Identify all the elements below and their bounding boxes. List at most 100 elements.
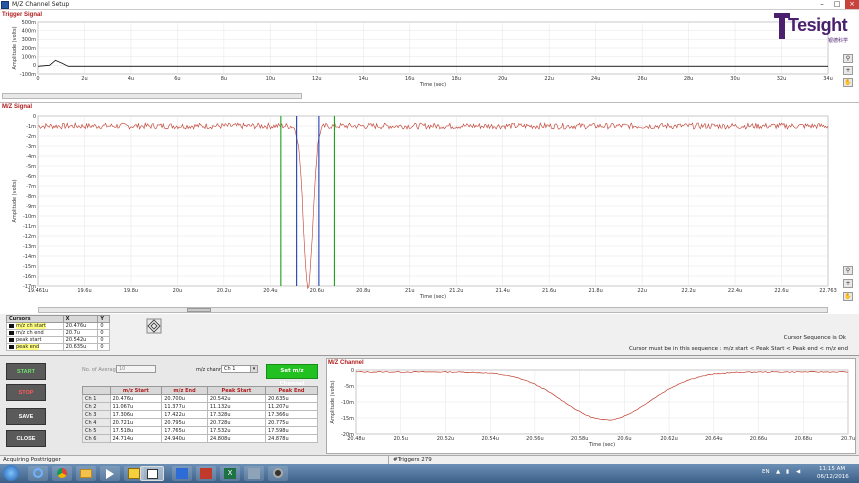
tray-arrow-icon[interactable]: ▲ xyxy=(776,469,780,475)
mz-pan-button[interactable]: ✋ xyxy=(843,292,853,301)
mz-cell: 17.765u xyxy=(161,426,208,435)
x-tick-label: 18u xyxy=(451,76,461,82)
chrome-icon[interactable] xyxy=(52,466,72,481)
mz-cell: 17.532u xyxy=(206,426,266,435)
app-icon-3[interactable] xyxy=(196,466,216,481)
language-indicator[interactable]: EN xyxy=(762,469,770,475)
cursor-name: m/z ch start xyxy=(16,323,46,329)
status-text: Acquiring Posttrigger xyxy=(3,457,61,463)
set-channel-button[interactable]: Set m/z Channel xyxy=(266,364,318,387)
start-button[interactable]: START xyxy=(6,363,46,380)
vi-app-icon[interactable] xyxy=(140,466,164,481)
volume-icon[interactable]: ◀ xyxy=(796,469,800,475)
app-icon-4[interactable] xyxy=(244,466,264,481)
maximize-button[interactable]: □ xyxy=(830,0,844,9)
mz-cell: 20.795u xyxy=(161,418,208,427)
mz-cell: 24.714u xyxy=(109,434,163,443)
x-tick-label: 20.4u xyxy=(263,288,277,294)
mz-channel-table: m/z Start m/z End Peak Start Peak End Ch 12… xyxy=(82,386,319,443)
mz-hscroll[interactable] xyxy=(38,307,828,313)
mz-cell: 20.635u xyxy=(264,394,319,403)
x-tick-label: 16u xyxy=(405,76,415,82)
y-tick-label: -8m xyxy=(26,194,36,200)
mz-table-row[interactable]: Ch 6 24.714u 24.940u 24.808u 24.878u xyxy=(82,434,319,443)
y-tick-label: 0 xyxy=(33,63,36,69)
mz-cell: 11.067u xyxy=(109,402,163,411)
x-tick-label: 21u xyxy=(405,288,415,294)
y-tick-label: -5m xyxy=(26,164,36,170)
x-tick-label: 0 xyxy=(36,76,39,82)
mz-zoom-button[interactable]: ⚲ xyxy=(843,266,853,275)
trigger-zoom-button[interactable]: ⚲ xyxy=(843,54,853,63)
close-window-button[interactable]: × xyxy=(845,0,859,9)
cursor-row[interactable]: peak end 20.635u 0 xyxy=(6,343,110,351)
cursor-y: 0 xyxy=(97,343,110,351)
x-tick-label: 32u xyxy=(777,76,787,82)
y-tick-label: -14m xyxy=(23,254,36,260)
y-tick-label: 200m xyxy=(22,46,37,52)
x-tick-label: 12u xyxy=(312,76,322,82)
x-tick-label: 20.54u xyxy=(481,436,498,442)
x-tick-label: 21.2u xyxy=(449,288,463,294)
mz-table-row[interactable]: Ch 1 20.476u 20.700u 20.542u 20.635u xyxy=(82,394,319,403)
excel-icon[interactable]: X xyxy=(220,466,240,481)
start-menu-icon[interactable] xyxy=(3,465,19,481)
explorer-icon[interactable] xyxy=(76,466,96,481)
app-icon-5[interactable] xyxy=(268,466,288,481)
media-player-icon[interactable] xyxy=(100,466,120,481)
app-icon-2[interactable] xyxy=(172,466,192,481)
x-tick-label: 19.8u xyxy=(124,288,138,294)
network-icon[interactable]: ▮ xyxy=(786,469,789,475)
ie-icon[interactable] xyxy=(28,466,48,481)
stop-button[interactable]: STOP xyxy=(6,384,46,401)
cursor-swatch xyxy=(9,344,14,349)
trigger-cursor-button[interactable]: + xyxy=(843,66,853,75)
cursor-row[interactable]: m/z ch start 20.476u 0 xyxy=(6,322,110,330)
cursor-y: 0 xyxy=(97,322,110,330)
minimize-button[interactable]: – xyxy=(815,0,829,9)
close-button[interactable]: CLOSE xyxy=(6,430,46,447)
mz-table-row[interactable]: Ch 5 17.518u 17.765u 17.532u 17.598u xyxy=(82,426,319,435)
cursor-sequence-status: Cursor Sequence is Ok xyxy=(783,335,846,341)
y-tick-label: -100m xyxy=(20,72,36,78)
cursor-name: peak end xyxy=(16,344,40,350)
mz-table-row[interactable]: Ch 4 20.721u 20.795u 20.728u 20.775u xyxy=(82,418,319,427)
trigger-chart: 500m400m300m200m100m0-100m0 2u 4u 6u 8u 10u 12… xyxy=(12,20,833,88)
x-tick-label: 20.2u xyxy=(217,288,231,294)
mz-hscroll-thumb[interactable] xyxy=(187,308,211,312)
y-tick-label: 0 xyxy=(33,114,36,120)
cursor-sequence-rule: Cursor must be in this sequence : m/z st… xyxy=(628,346,848,352)
x-tick-label: 20.5u xyxy=(394,436,408,442)
cursor-row[interactable]: peak start 20.542u 0 xyxy=(6,336,110,344)
cursor-y: 0 xyxy=(97,336,110,344)
cursor-col-name: Cursors xyxy=(6,315,64,323)
trigger-pan-button[interactable]: ✋ xyxy=(843,78,853,87)
mz-cell: 24.878u xyxy=(264,434,319,443)
x-tick-label: 20.8u xyxy=(356,288,370,294)
y-tick-label: -15m xyxy=(23,264,36,270)
x-tick-label: 21.6u xyxy=(542,288,556,294)
trigger-hscroll[interactable] xyxy=(2,93,302,99)
cursor-row[interactable]: m/z ch end 20.7u 0 xyxy=(6,329,110,337)
x-tick-label: 20.6u xyxy=(617,436,631,442)
mz-table-row[interactable]: Ch 2 11.067u 11.377u 11.132u 11.207u xyxy=(82,402,319,411)
mz-cursor-button[interactable]: + xyxy=(843,279,853,288)
cursor-move-icon[interactable] xyxy=(146,318,162,334)
x-tick-label: 20.64u xyxy=(705,436,722,442)
averages-input[interactable]: 10 xyxy=(116,365,156,373)
mz-cell: 24.808u xyxy=(206,434,266,443)
chevron-down-icon[interactable]: ▾ xyxy=(250,365,258,373)
x-tick-label: 20.56u xyxy=(526,436,543,442)
cursor-x: 20.635u xyxy=(62,343,99,351)
x-tick-label: 20.58u xyxy=(571,436,588,442)
cursor-x: 20.7u xyxy=(62,329,99,337)
cursor-name-cell: m/z ch start xyxy=(6,322,64,330)
mz-table-row[interactable]: Ch 3 17.306u 17.422u 17.328u 17.366u xyxy=(82,410,319,419)
x-tick-label: 14u xyxy=(359,76,369,82)
y-tick-label: 500m xyxy=(22,20,37,26)
y-tick-label: -7m xyxy=(26,184,36,190)
mz-cell: 17.422u xyxy=(161,410,208,419)
y-axis-title: Amplitude (volts) xyxy=(12,26,18,69)
save-button[interactable]: SAVE xyxy=(6,408,46,425)
mz-cell: 20.476u xyxy=(109,394,163,403)
